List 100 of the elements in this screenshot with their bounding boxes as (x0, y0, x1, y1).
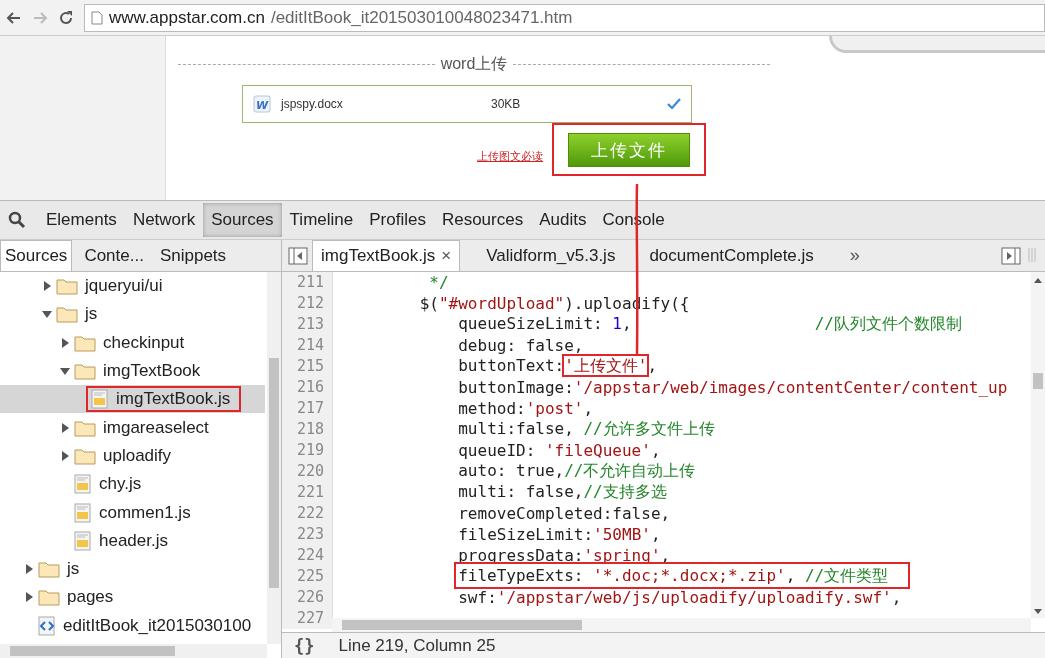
code-line: auto: true,//不允许自动上传 (457, 461, 696, 480)
scrollbar-thumb[interactable] (342, 620, 582, 630)
back-icon[interactable] (6, 9, 22, 26)
line-number: 225 (282, 566, 333, 587)
navigator-tab[interactable]: Snippets (155, 241, 231, 271)
code-line: method:'post', (457, 399, 594, 418)
line-number: 213 (282, 314, 333, 335)
word-document-icon: W (253, 95, 271, 113)
code-line: queueID: 'fileQueue', (457, 441, 661, 460)
devtools-tab[interactable]: Audits (531, 203, 595, 237)
tree-item[interactable]: pages (0, 583, 265, 612)
collapsed-triangle-icon[interactable] (60, 422, 70, 433)
sidebar-toggle-icon[interactable] (288, 247, 308, 265)
devtools-tab[interactable]: Sources (203, 203, 282, 237)
collapsed-triangle-icon[interactable] (24, 564, 34, 575)
devtools-tab[interactable]: Profiles (361, 203, 434, 237)
line-number: 216 (282, 377, 333, 398)
page-icon (91, 10, 103, 25)
code-line: debug: false, (457, 336, 584, 355)
debugger-toggle-icon[interactable] (1001, 247, 1021, 265)
tree-item[interactable]: imgTextBook (0, 356, 265, 386)
scrollbar-thumb[interactable] (1033, 373, 1043, 389)
tree-item[interactable]: chy.js (0, 470, 265, 499)
js-file-icon (74, 474, 92, 495)
line-number: 222 (282, 503, 333, 524)
scrollbar[interactable] (1031, 272, 1045, 618)
address-field[interactable]: www.appstar.com.cn /editItBook_it201503010048023471.htm (84, 3, 1045, 32)
tree-item[interactable]: jqueryui/ui (0, 272, 265, 301)
code-line: */ (428, 273, 449, 292)
line-number: 217 (282, 398, 333, 419)
tree-item[interactable]: imgTextBook.js (0, 385, 265, 414)
folder-icon (74, 362, 96, 381)
code-line: buttonText:'上传文件', (457, 356, 658, 375)
line-number: 226 (282, 587, 333, 608)
folder-icon (38, 560, 60, 579)
code-line: multi: false,//支持多选 (457, 482, 667, 501)
scrollbar-thumb[interactable] (10, 646, 175, 656)
devtools-tab[interactable]: Timeline (281, 203, 362, 237)
js-file-icon (91, 389, 109, 410)
tree-item[interactable]: editItBook_it2015030100 (0, 611, 265, 640)
collapsed-triangle-icon[interactable] (60, 450, 70, 461)
scrollbar[interactable] (0, 644, 267, 658)
scrollbar[interactable] (332, 618, 1031, 632)
tree-item[interactable]: imgareaselect (0, 413, 265, 442)
tree-item[interactable]: uploadify (0, 441, 265, 471)
line-number: 223 (282, 524, 333, 545)
tree-item[interactable]: header.js (0, 526, 265, 555)
drag-handle-icon[interactable] (1027, 247, 1037, 263)
cursor-position: Line 219, Column 25 (338, 635, 496, 656)
file-size: 30KB (491, 97, 522, 111)
search-icon[interactable] (8, 211, 26, 229)
reload-icon[interactable] (58, 9, 74, 26)
scrollbar-thumb[interactable] (269, 358, 279, 588)
folder-icon (74, 418, 96, 437)
devtools-tab[interactable]: Network (124, 203, 204, 237)
expanded-triangle-icon[interactable] (60, 366, 70, 377)
file-name[interactable]: imgTextBook.js (113, 388, 234, 411)
code-line: fileSizeLimit:'50MB', (457, 525, 661, 544)
line-number: 211 (282, 272, 333, 293)
folder-icon (56, 305, 78, 324)
more-tabs-icon[interactable]: » (839, 240, 870, 271)
line-number: 218 (282, 419, 333, 440)
collapsed-triangle-icon[interactable] (60, 337, 70, 348)
tree-item[interactable]: js (0, 554, 265, 584)
scroll-down-icon[interactable] (1034, 609, 1042, 614)
line-number: 219 (282, 440, 333, 461)
tree-item[interactable]: checkinput (0, 328, 265, 357)
section-title: word上传 (440, 54, 508, 74)
close-icon[interactable]: × (441, 246, 452, 265)
js-file-icon (74, 530, 92, 551)
pretty-print-button[interactable]: {} (294, 635, 315, 656)
folder-icon (74, 446, 96, 465)
file-tab[interactable]: Validform_v5.3.js (478, 241, 624, 271)
line-number: 227 (282, 608, 333, 629)
navigator-tab[interactable]: Conte... (80, 241, 148, 271)
line-number: 224 (282, 545, 333, 566)
html-file-icon (38, 615, 56, 636)
code-line: queueSizeLimit: 1, //队列文件个数限制 (457, 314, 962, 333)
collapsed-triangle-icon[interactable] (24, 592, 34, 603)
expanded-triangle-icon[interactable] (42, 309, 52, 320)
file-tab[interactable]: documentComplete.js (641, 241, 822, 271)
code-line: buttonImage:'/appstar/web/images/contentCenter/content_up (457, 378, 1008, 397)
line-number: 215 (282, 356, 333, 377)
guide-link[interactable]: 上传图文必读 (477, 149, 543, 164)
navigator-tab[interactable]: Sources (0, 240, 73, 271)
scrollbar[interactable] (267, 272, 281, 644)
collapsed-triangle-icon[interactable] (42, 281, 52, 292)
file-tab[interactable]: imgTextBook.js × (312, 240, 461, 271)
js-file-icon (74, 502, 92, 523)
line-number: 212 (282, 293, 333, 314)
file-name: jspspy.docx (281, 97, 344, 111)
scroll-up-icon[interactable] (1034, 278, 1042, 283)
line-number: 221 (282, 482, 333, 503)
folder-icon (38, 588, 60, 607)
line-number: 214 (282, 335, 333, 356)
devtools-tab[interactable]: Resources (433, 203, 532, 237)
tree-item[interactable]: commen1.js (0, 498, 265, 527)
folder-icon (56, 277, 78, 296)
tree-item[interactable]: js (0, 300, 265, 329)
devtools-tab[interactable]: Elements (38, 203, 125, 237)
